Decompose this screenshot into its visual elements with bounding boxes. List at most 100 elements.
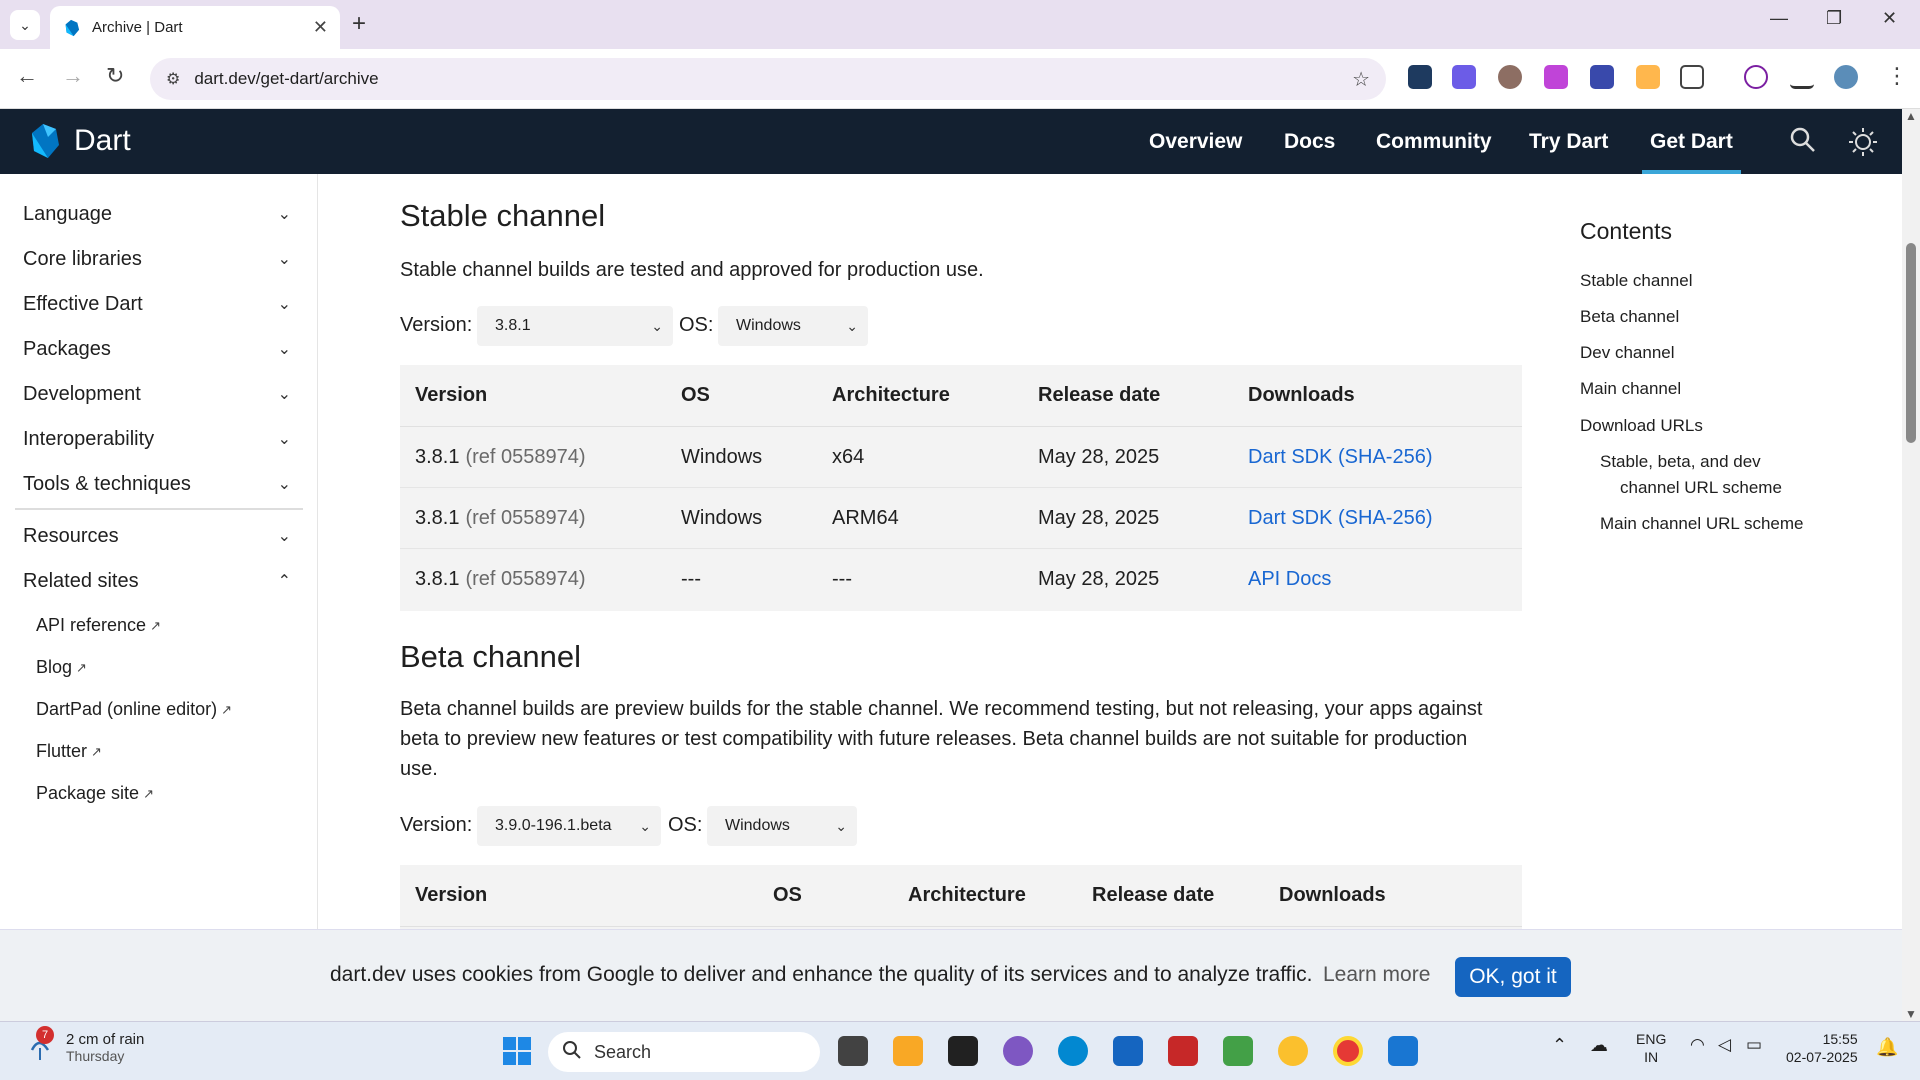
extension-code-icon[interactable]: [1408, 65, 1432, 89]
battery-icon[interactable]: ▭: [1746, 1036, 1762, 1054]
extension-d-icon[interactable]: [1452, 65, 1476, 89]
stable-version-select[interactable]: 3.8.1 ⌄: [477, 306, 673, 346]
sidebar-item-label: Tools & techniques: [23, 472, 191, 495]
beta-os-select[interactable]: Windows ⌄: [707, 806, 857, 846]
terminal-icon[interactable]: [948, 1036, 978, 1066]
chevron-down-icon: ⌄: [277, 296, 291, 313]
ok-got-it-button[interactable]: OK, got it: [1455, 957, 1571, 997]
sidebar-item-language[interactable]: Language ⌄: [23, 196, 291, 232]
sidebar-item-label: Packages: [23, 337, 111, 360]
scroll-down-icon[interactable]: ▼: [1905, 1007, 1917, 1021]
vscode-icon[interactable]: [1388, 1036, 1418, 1066]
page-scrollbar[interactable]: ▲ ▼: [1902, 109, 1920, 1021]
menu-kebab-icon[interactable]: ⋮: [1886, 63, 1908, 89]
toc-item-download-urls[interactable]: Download URLs: [1580, 413, 1703, 438]
scroll-up-icon[interactable]: ▲: [1905, 109, 1917, 123]
taskbar-search[interactable]: Search: [548, 1032, 820, 1072]
onedrive-icon[interactable]: ☁: [1590, 1036, 1608, 1054]
volume-icon[interactable]: ◁: [1718, 1036, 1731, 1054]
close-window-icon[interactable]: ✕: [1882, 8, 1897, 29]
download-link[interactable]: Dart SDK (SHA-256): [1248, 427, 1433, 487]
media-control-icon[interactable]: [1790, 65, 1814, 89]
toc-subitem-scheme-line2[interactable]: channel URL scheme: [1620, 475, 1782, 500]
extension-orange-icon[interactable]: [1636, 65, 1660, 89]
toc-item-stable[interactable]: Stable channel: [1580, 268, 1692, 293]
api-docs-link[interactable]: API Docs: [1248, 549, 1331, 610]
weather-widget[interactable]: 7 2 cm of rain Thursday: [22, 1026, 144, 1064]
nav-get-dart[interactable]: Get Dart: [1642, 109, 1741, 174]
date-cell: May 28, 2025: [1038, 568, 1160, 590]
wifi-icon[interactable]: ◠: [1690, 1036, 1705, 1054]
sidebar-item-tools[interactable]: Tools & techniques ⌄: [23, 466, 291, 502]
chevron-down-icon: ⌄: [846, 317, 858, 334]
close-tab-icon[interactable]: ✕: [313, 17, 328, 38]
sidebar-item-interoperability[interactable]: Interoperability ⌄: [23, 421, 291, 457]
url-text[interactable]: dart.dev/get-dart/archive: [194, 69, 1352, 89]
photos-icon[interactable]: [1278, 1036, 1308, 1066]
related-link-api-reference[interactable]: API reference ↗: [36, 615, 161, 636]
related-link-dartpad[interactable]: DartPad (online editor) ↗: [36, 699, 232, 720]
toc-subitem-main-scheme[interactable]: Main channel URL scheme: [1600, 511, 1803, 536]
extension-bug-icon[interactable]: [1498, 65, 1522, 89]
site-info-icon[interactable]: ⚙: [166, 69, 180, 89]
file-explorer-icon[interactable]: [893, 1036, 923, 1066]
related-link-package-site[interactable]: Package site ↗: [36, 783, 154, 804]
clock[interactable]: 15:55 02-07-2025: [1786, 1030, 1858, 1066]
sidebar-item-related-sites[interactable]: Related sites ⌃: [23, 563, 291, 599]
toc-subitem-scheme-line1[interactable]: Stable, beta, and dev: [1600, 449, 1761, 474]
nav-overview[interactable]: Overview: [1149, 109, 1242, 174]
nav-community[interactable]: Community: [1376, 109, 1492, 174]
extension-badge-icon[interactable]: [1590, 65, 1614, 89]
show-hidden-icons[interactable]: ⌃: [1552, 1036, 1567, 1054]
scrollbar-thumb[interactable]: [1906, 243, 1916, 443]
beta-version-select[interactable]: 3.9.0-196.1.beta ⌄: [477, 806, 661, 846]
sidebar-item-resources[interactable]: Resources ⌄: [23, 518, 291, 554]
minimize-icon[interactable]: —: [1770, 8, 1788, 29]
external-link-icon: ↗: [221, 701, 232, 717]
search-icon[interactable]: [1790, 127, 1816, 160]
back-icon[interactable]: ←: [16, 63, 38, 89]
tab-search-button[interactable]: ⌄: [10, 10, 40, 40]
windows-start-icon[interactable]: [502, 1036, 532, 1066]
extensions-puzzle-icon[interactable]: [1680, 65, 1704, 89]
copilot-icon[interactable]: [1003, 1036, 1033, 1066]
forward-icon[interactable]: →: [62, 63, 84, 89]
sidebar-item-core-libraries[interactable]: Core libraries ⌄: [23, 241, 291, 277]
task-view-icon[interactable]: [838, 1036, 868, 1066]
address-bar[interactable]: ⚙ dart.dev/get-dart/archive ☆: [150, 58, 1386, 100]
sidebar-item-effective-dart[interactable]: Effective Dart ⌄: [23, 286, 291, 322]
toc-item-beta[interactable]: Beta channel: [1580, 304, 1679, 329]
external-link-icon: ↗: [143, 785, 154, 801]
sidebar-item-packages[interactable]: Packages ⌄: [23, 331, 291, 367]
notification-bell-icon[interactable]: 🔔: [1876, 1038, 1898, 1056]
bookmark-star-icon[interactable]: ☆: [1352, 67, 1370, 92]
dart-logo[interactable]: Dart: [26, 123, 131, 159]
toc-item-dev[interactable]: Dev channel: [1580, 340, 1675, 365]
restore-icon[interactable]: ❐: [1826, 8, 1842, 29]
chrome-icon[interactable]: [1333, 1036, 1363, 1066]
sidebar-item-development[interactable]: Development ⌄: [23, 376, 291, 412]
browser-tab[interactable]: Archive | Dart ✕: [50, 6, 340, 49]
mcafee-icon[interactable]: [1168, 1036, 1198, 1066]
beta-os-label: OS:: [668, 814, 703, 836]
stable-table: Version OS Architecture Release date Dow…: [400, 365, 1522, 611]
reload-icon[interactable]: ↻: [106, 63, 124, 89]
related-link-flutter[interactable]: Flutter ↗: [36, 741, 102, 762]
store-icon[interactable]: [1113, 1036, 1143, 1066]
nav-docs[interactable]: Docs: [1284, 109, 1335, 174]
language-indicator[interactable]: ENG IN: [1636, 1030, 1666, 1066]
edge-icon[interactable]: [1058, 1036, 1088, 1066]
nav-try-dart[interactable]: Try Dart: [1529, 109, 1608, 174]
meet-icon[interactable]: [1223, 1036, 1253, 1066]
learn-more-link[interactable]: Learn more: [1323, 963, 1430, 987]
rain-icon: 7: [22, 1026, 56, 1064]
stable-os-select[interactable]: Windows ⌄: [718, 306, 868, 346]
download-icon[interactable]: [1744, 65, 1768, 89]
profile-avatar[interactable]: [1834, 65, 1858, 89]
toc-item-main[interactable]: Main channel: [1580, 376, 1681, 401]
new-tab-button[interactable]: +: [352, 10, 366, 38]
theme-toggle-icon[interactable]: [1848, 127, 1878, 164]
download-link[interactable]: Dart SDK (SHA-256): [1248, 488, 1433, 548]
extension-purple-icon[interactable]: [1544, 65, 1568, 89]
related-link-blog[interactable]: Blog ↗: [36, 657, 87, 678]
